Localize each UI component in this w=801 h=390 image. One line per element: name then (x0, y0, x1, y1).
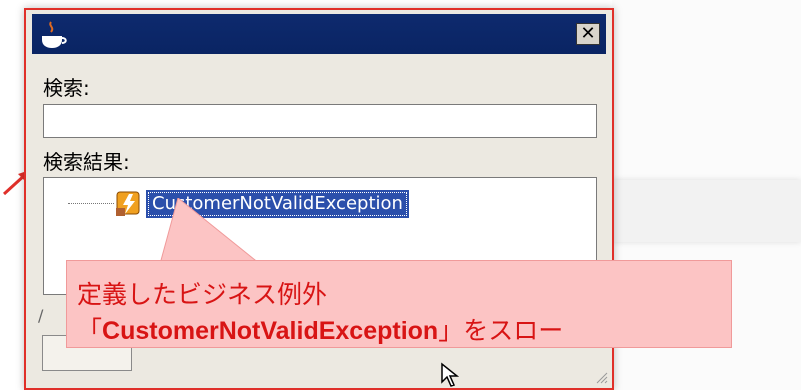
bottom-hint: / (38, 306, 44, 325)
resize-grip-icon[interactable] (592, 368, 608, 384)
close-button[interactable]: ✕ (576, 23, 600, 45)
java-cup-icon (42, 21, 67, 48)
background-panel-strip (612, 180, 801, 242)
tree-connector-line (68, 203, 114, 204)
callout-line-2-rest: 」をスロー (438, 317, 564, 345)
results-label: 検索結果: (43, 150, 130, 174)
callout-line-2: 「CustomerNotValidException」をスロー (77, 311, 563, 347)
callout-exception-name: CustomerNotValidException (102, 317, 439, 345)
callout-open-bracket: 「 (77, 317, 103, 345)
search-input[interactable] (43, 104, 597, 138)
callout-pointer (159, 198, 261, 264)
title-bar[interactable]: ✕ (32, 14, 606, 54)
mouse-cursor-icon (441, 362, 460, 387)
exception-icon (116, 191, 140, 216)
annotation-callout: 定義したビジネス例外 「CustomerNotValidException」をス… (66, 260, 732, 348)
search-label: 検索: (43, 76, 90, 100)
callout-line-1: 定義したビジネス例外 (77, 281, 328, 309)
